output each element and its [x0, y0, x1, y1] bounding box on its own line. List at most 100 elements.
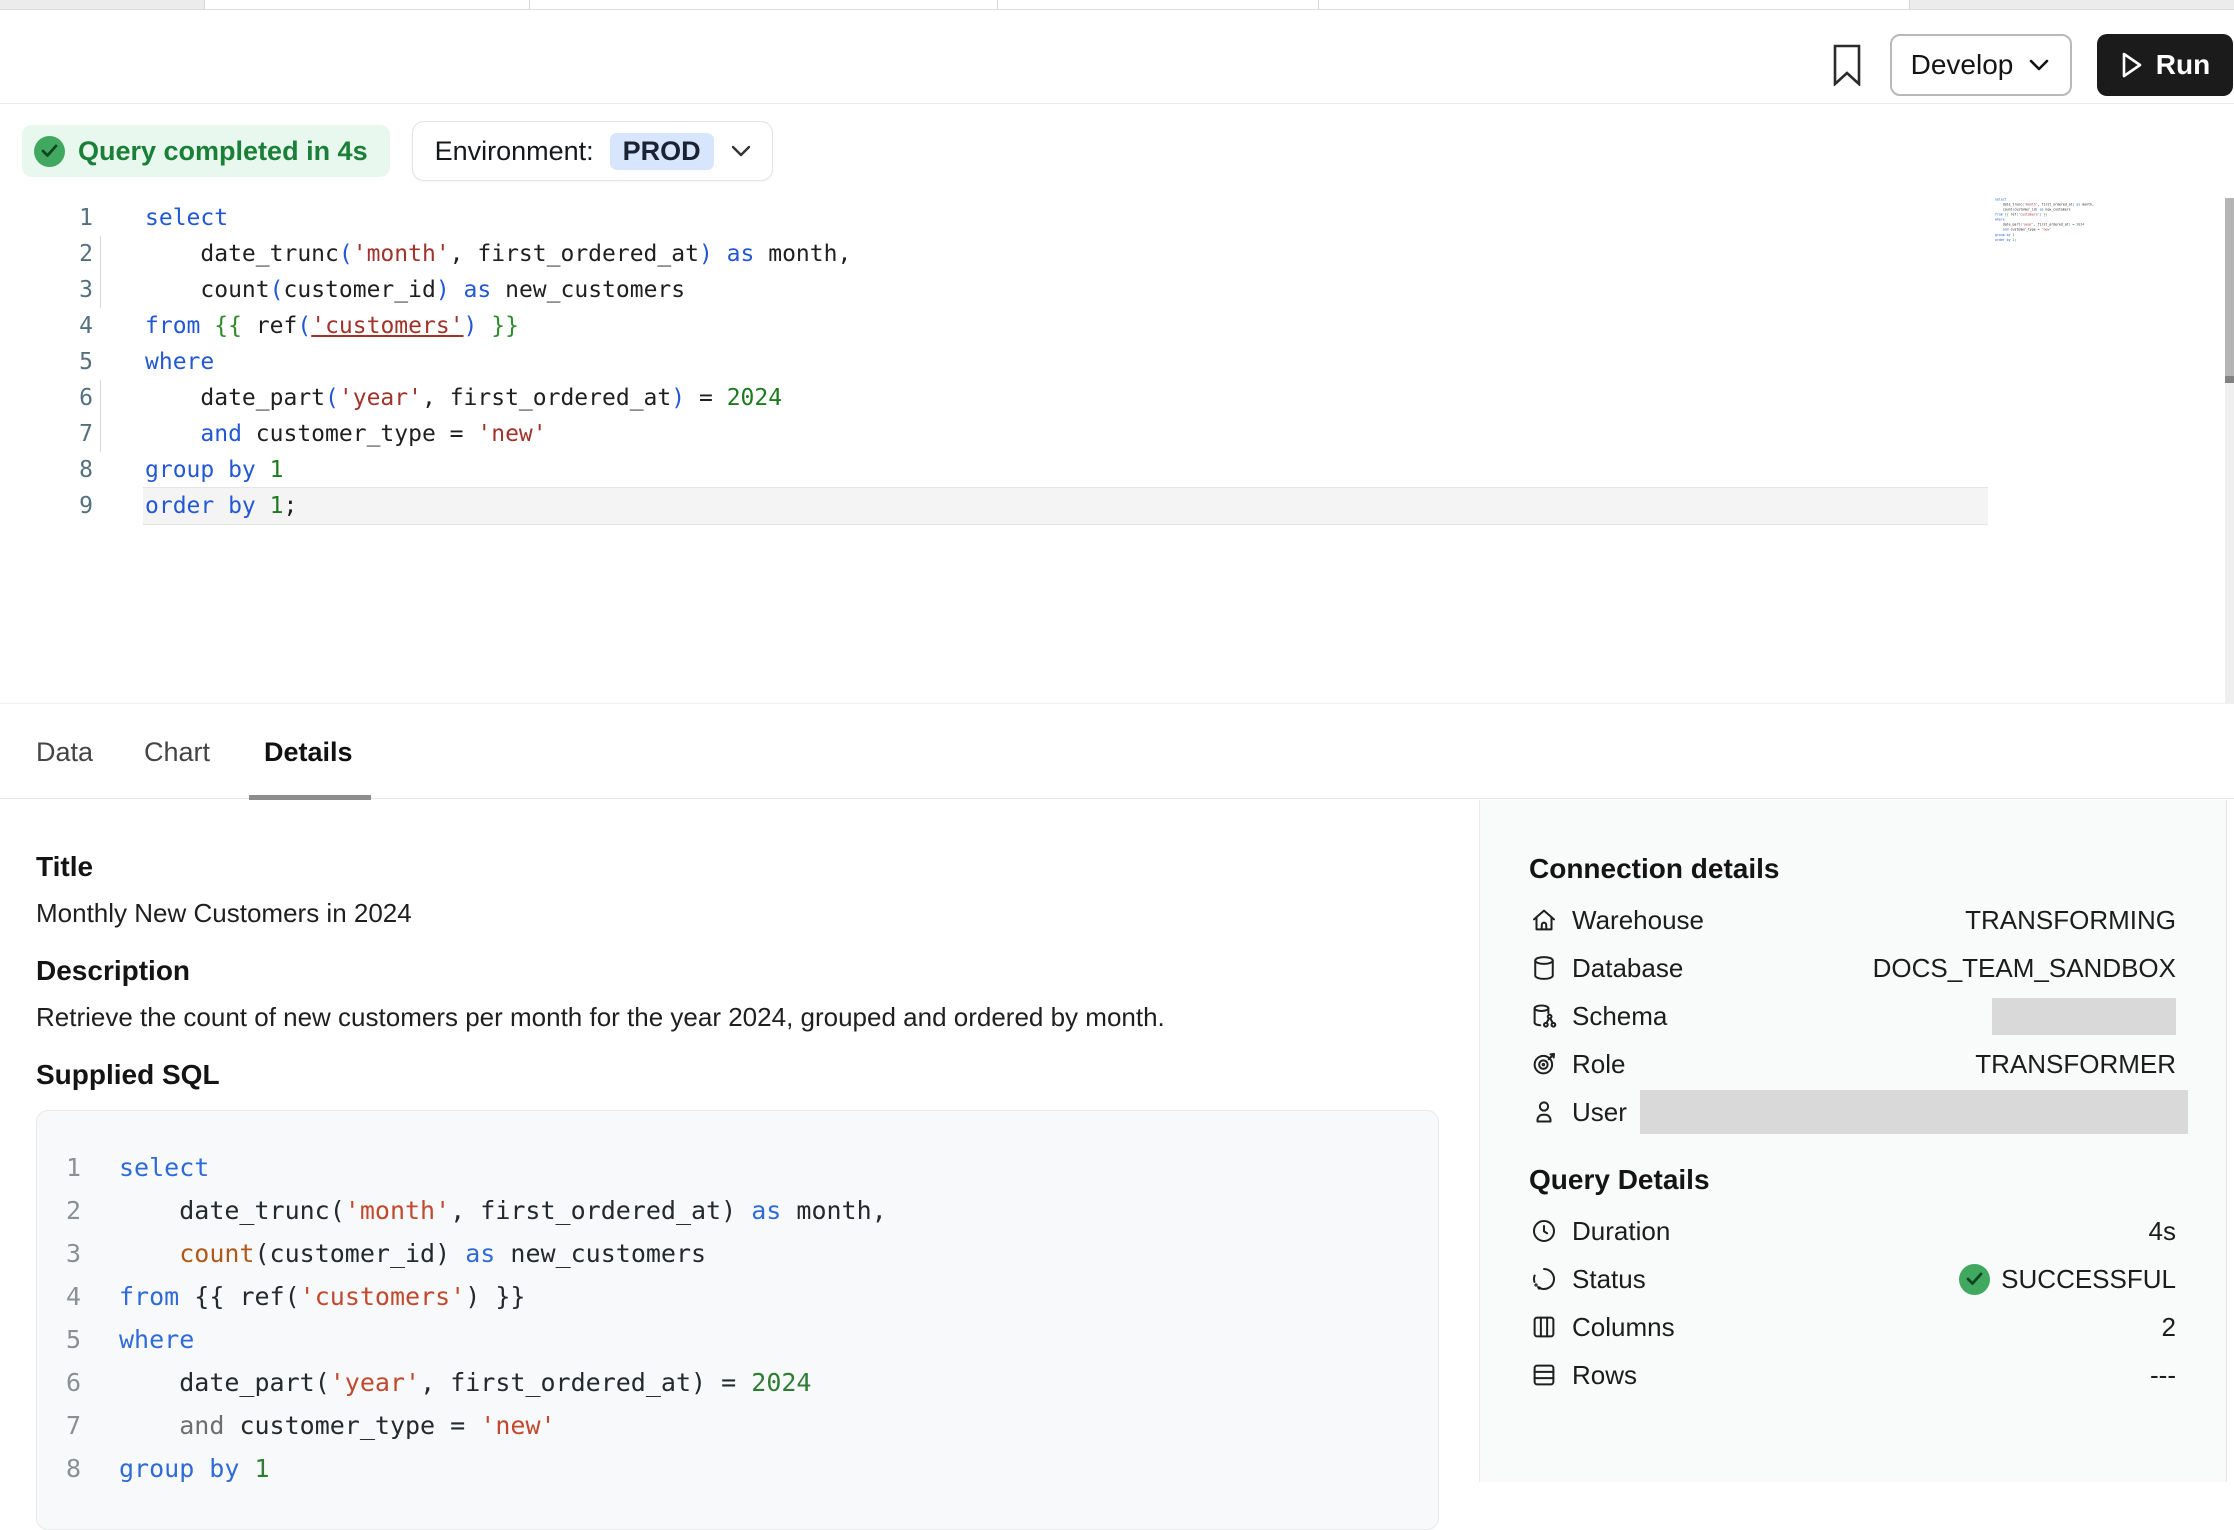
code-line: 5where: [37, 1318, 887, 1361]
check-circle-icon: [34, 136, 65, 167]
query-status-text: Query completed in 4s: [78, 136, 368, 167]
row-label: Warehouse: [1572, 905, 1704, 936]
query-details-row-columns: Columns 2: [1529, 1303, 2176, 1351]
code-line: 8group by 1: [0, 452, 2226, 488]
user-icon: [1529, 1097, 1559, 1127]
code-text: group by 1: [1995, 233, 2014, 237]
code-line: 2 date_trunc('month', first_ordered_at) …: [0, 236, 2226, 272]
run-button[interactable]: Run: [2097, 34, 2233, 96]
bookmark-icon[interactable]: [1832, 44, 1862, 86]
connection-row-role: RoleTRANSFORMER: [1529, 1040, 2176, 1088]
rows-icon: [1529, 1360, 1559, 1390]
line-number: 2: [37, 1189, 81, 1232]
code-text: from {{ ref('customers') }}: [93, 308, 519, 344]
tabstrip-divider: [204, 0, 205, 9]
row-label: Database: [1572, 953, 1683, 984]
code-text: group by 1: [93, 452, 284, 488]
description-heading: Description: [36, 955, 190, 987]
status-icon: [1529, 1264, 1559, 1294]
environment-value-chip: PROD: [610, 133, 714, 170]
supplied-sql-card: 1select2 date_trunc('month', first_order…: [36, 1110, 1439, 1530]
code-text: and customer_type = 'new': [81, 1404, 556, 1447]
environment-label: Environment:: [435, 136, 594, 167]
editor-minimap[interactable]: select date_trunc('month', first_ordered…: [1995, 197, 2103, 245]
query-status-pill: Query completed in 4s: [22, 125, 390, 177]
line-number: 9: [0, 488, 93, 524]
tab-details[interactable]: Details: [264, 737, 353, 768]
row-value: TRANSFORMER: [1975, 1049, 2176, 1080]
row-value: ---: [2150, 1360, 2176, 1391]
code-text: from {{ ref('customers') }}: [1995, 213, 2047, 217]
schema-icon: [1529, 1001, 1559, 1031]
line-number: 8: [37, 1447, 81, 1490]
row-label: Status: [1572, 1264, 1646, 1295]
line-number: 5: [37, 1318, 81, 1361]
supplied-sql-code: 1select2 date_trunc('month', first_order…: [37, 1146, 887, 1490]
code-text: count(customer_id) as new_customers: [81, 1232, 706, 1275]
row-value: [1992, 998, 2176, 1035]
line-number: 7: [37, 1404, 81, 1447]
environment-selector[interactable]: Environment: PROD: [412, 121, 773, 181]
line-number: 2: [0, 236, 93, 272]
connection-row-schema: Schema: [1529, 992, 2176, 1040]
line-number: 5: [0, 344, 93, 380]
code-line: 2 date_trunc('month', first_ordered_at) …: [37, 1189, 887, 1232]
play-icon: [2120, 51, 2144, 79]
code-text: group by 1: [81, 1447, 270, 1490]
query-details-heading: Query Details: [1529, 1164, 1710, 1196]
line-number: 7: [0, 416, 93, 452]
code-text: order by 1;: [1995, 238, 2016, 242]
tab-data[interactable]: Data: [36, 737, 93, 768]
columns-icon: [1529, 1312, 1559, 1342]
query-status-row: Query completed in 4s Environment: PROD: [22, 121, 773, 181]
run-button-label: Run: [2156, 49, 2210, 81]
line-number: 1: [0, 200, 93, 236]
success-check-icon: [1959, 1264, 1990, 1295]
line-number: 1: [37, 1146, 81, 1189]
description-value: Retrieve the count of new customers per …: [36, 1002, 1165, 1033]
editor-scrollbar-thumb[interactable]: [2225, 198, 2234, 378]
query-details-row-status: StatusSUCCESSFUL: [1529, 1255, 2176, 1303]
code-line: order by 1;: [1995, 237, 2010, 242]
code-line: 8group by 1: [37, 1447, 887, 1490]
code-line: 4from {{ ref('customers') }}: [37, 1275, 887, 1318]
develop-button[interactable]: Develop: [1890, 34, 2072, 96]
code-line: 6 date_part('year', first_ordered_at) = …: [37, 1361, 887, 1404]
code-line: 1select: [0, 200, 2226, 236]
code-text: from {{ ref('customers') }}: [81, 1275, 525, 1318]
row-value: 2: [2162, 1312, 2176, 1343]
code-text: date_trunc('month', first_ordered_at) as…: [93, 236, 851, 272]
warehouse-icon: [1529, 905, 1559, 935]
tab-chart[interactable]: Chart: [144, 737, 210, 768]
clock-icon: [1529, 1216, 1559, 1246]
line-number: 4: [0, 308, 93, 344]
code-line: 3 count(customer_id) as new_customers: [0, 272, 2226, 308]
row-label: Columns: [1572, 1312, 1675, 1343]
redacted-value: [1992, 998, 2176, 1035]
code-text: date_part('year', first_ordered_at) = 20…: [81, 1361, 811, 1404]
row-value: DOCS_TEAM_SANDBOX: [1873, 953, 2176, 984]
editor-scrollbar-notch: [2225, 376, 2234, 383]
query-details-row-duration: Duration4s: [1529, 1207, 2176, 1255]
line-number: 3: [37, 1232, 81, 1275]
code-line: 1select: [37, 1146, 887, 1189]
editor-scrollbar[interactable]: [2225, 198, 2234, 738]
chevron-down-icon: [730, 144, 752, 158]
code-text: and customer_type = 'new': [93, 416, 547, 452]
sql-editor[interactable]: 1select2 date_trunc('month', first_order…: [0, 200, 2226, 524]
code-line: 9order by 1;: [0, 488, 2226, 524]
code-text: count(customer_id) as new_customers: [93, 272, 685, 308]
tabstrip-divider: [997, 0, 998, 9]
row-label: User: [1572, 1097, 1627, 1128]
title-heading: Title: [36, 851, 93, 883]
row-label: Duration: [1572, 1216, 1670, 1247]
code-text: date_part('year', first_ordered_at) = 20…: [93, 380, 782, 416]
connection-row-user: User: [1529, 1088, 2176, 1136]
code-line: 5where: [0, 344, 2226, 380]
tabstrip-divider: [1909, 0, 1910, 9]
develop-button-label: Develop: [1911, 49, 2014, 81]
code-line: 3 count(customer_id) as new_customers: [37, 1232, 887, 1275]
supplied-sql-heading: Supplied SQL: [36, 1059, 220, 1091]
redacted-value: [1640, 1090, 2188, 1134]
results-tabbar: Data Chart Details: [0, 703, 2234, 799]
